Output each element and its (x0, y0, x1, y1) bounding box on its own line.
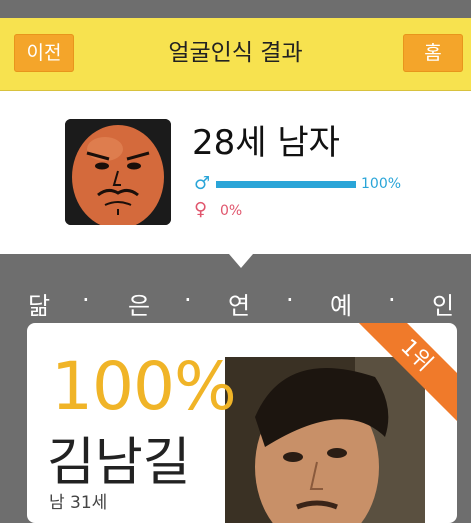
status-strip (0, 0, 471, 18)
male-icon: ♂ (194, 173, 211, 194)
similar-celebrities-heading: 닮 · 은 · 연 · 예 · 인 (0, 286, 471, 322)
male-probability-bar (216, 181, 356, 188)
heading-dot: · (388, 286, 396, 314)
female-icon: ♀ (194, 199, 208, 220)
male-probability-fill (216, 181, 356, 188)
result-panel: 28세 남자 ♂ 100% ♀ 0% (0, 91, 471, 254)
female-percent: 0% (220, 203, 243, 219)
celebrity-detail: 남 31세 (49, 493, 108, 513)
user-face-photo (65, 119, 171, 225)
heading-dot: · (82, 286, 90, 314)
heading-dot: · (286, 286, 294, 314)
heading-char: 은 (128, 292, 151, 320)
heading-char: 닮 (28, 292, 51, 320)
heading-char: 연 (228, 292, 251, 320)
age-gender-result: 28세 남자 (192, 123, 340, 163)
heading-char: 인 (432, 292, 455, 320)
app-header: 이전 얼굴인식 결과 홈 (0, 18, 471, 91)
male-percent: 100% (361, 176, 402, 192)
heading-dot: · (184, 286, 192, 314)
celebrity-name: 김남길 (47, 433, 191, 493)
page-title: 얼굴인식 결과 (168, 40, 303, 66)
celebrity-photo (225, 357, 425, 523)
panel-pointer (229, 254, 253, 268)
home-button[interactable]: 홈 (403, 34, 463, 72)
match-percent: 100% (51, 348, 237, 425)
celebrity-match-card[interactable]: 1위 100% 김남길 남 31세 (27, 323, 457, 523)
heading-char: 예 (330, 292, 353, 320)
